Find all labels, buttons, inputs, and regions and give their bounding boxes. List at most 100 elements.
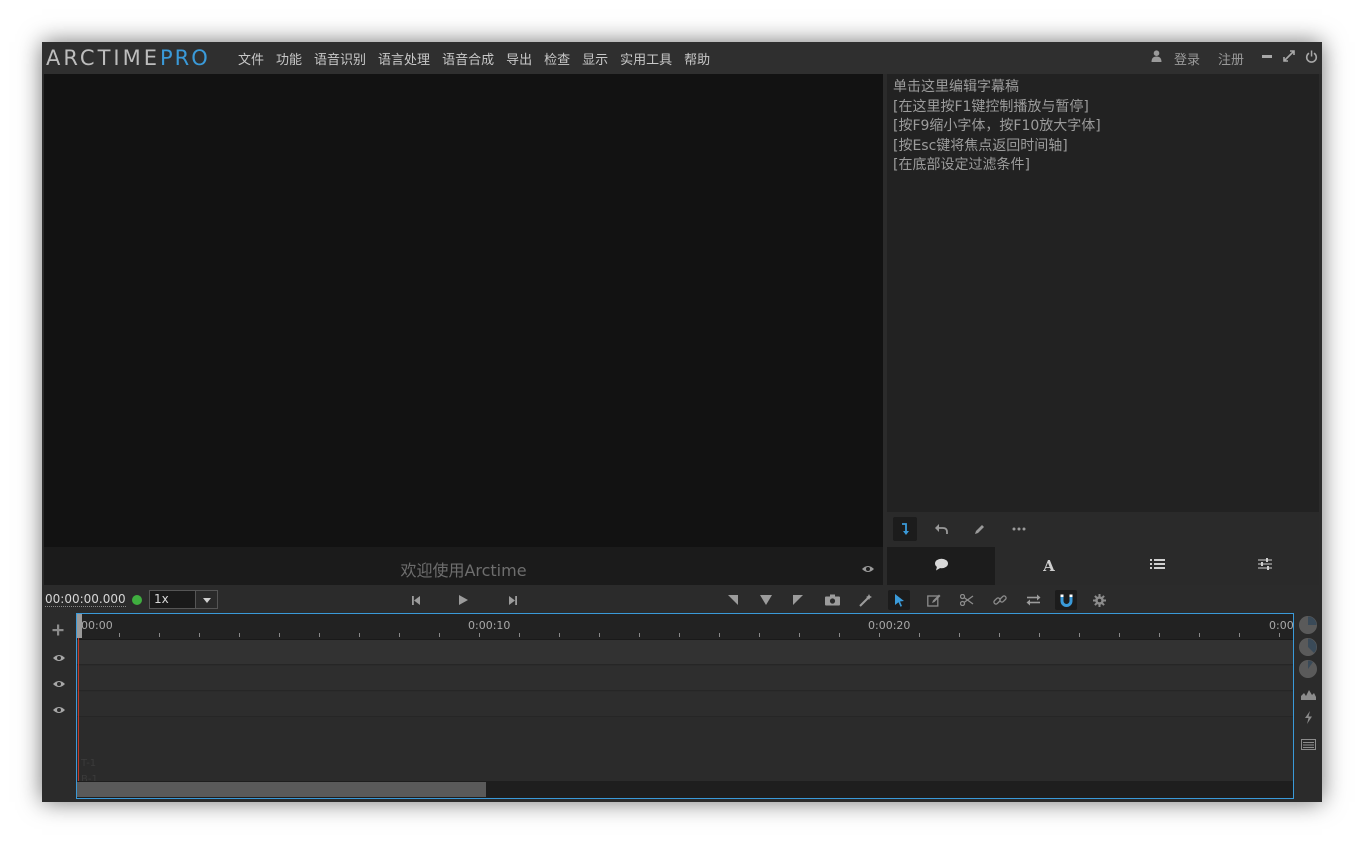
audio-track-area[interactable]: T-1 B-1 [77,718,1293,785]
tab-subtitle-list[interactable] [1103,547,1211,585]
menu-export[interactable]: 导出 [506,49,532,68]
speed-select[interactable]: 1x [149,590,218,609]
timeline-side-tools [1296,614,1320,798]
track-list-icon[interactable] [1301,735,1316,754]
ruler-label: 0:00:20 [868,619,911,632]
mark-down-icon[interactable] [755,590,777,610]
ruler-tick [759,633,760,637]
timecode-display[interactable]: 00:00:00.000 [45,592,126,607]
camera-icon[interactable] [821,590,843,610]
link-icon[interactable] [989,590,1011,610]
ruler-label: 0:00: [1269,619,1294,632]
scissors-icon[interactable] [956,590,978,610]
select-cursor-icon[interactable] [888,590,910,610]
eye-icon[interactable] [52,700,68,713]
more-icon[interactable] [1007,517,1031,541]
ruler-tick [679,633,680,637]
app-logo: ARCTIMEPRO [46,46,210,70]
menu-function[interactable]: 功能 [276,49,302,68]
editor-tabs: A [887,547,1319,585]
menu-tools[interactable]: 实用工具 [620,49,672,68]
swap-icon[interactable] [1022,590,1044,610]
ruler-tick [959,633,960,637]
mark-in-icon[interactable] [722,590,744,610]
edit-icon[interactable] [923,590,945,610]
ruler-tick [519,633,520,637]
tab-font-style[interactable]: A [995,547,1103,585]
ruler-tick [199,633,200,637]
step-back-icon[interactable] [405,590,427,610]
zoom-dial[interactable] [1299,638,1317,656]
timeline-scrollbar[interactable] [77,781,1293,798]
subtitle-track[interactable] [77,640,1293,665]
register-link[interactable]: 注册 [1218,49,1244,68]
ruler-tick [1079,633,1080,637]
volume-dial[interactable] [1299,616,1317,634]
speed-dial[interactable] [1299,660,1317,678]
account-controls: 登录 注册 [1146,42,1322,74]
time-ruler[interactable]: 00:00 0:00:10 0:00:20 0:00: [77,614,1293,640]
tab-settings[interactable] [1211,547,1319,585]
editor-toolbar [887,512,1319,547]
playhead-handle[interactable] [77,614,82,638]
status-indicator [132,595,142,605]
power-icon[interactable] [1300,50,1322,67]
play-icon[interactable] [452,590,474,610]
menu-speech-synthesis[interactable]: 语音合成 [442,49,494,68]
ruler-tick [839,633,840,637]
menu-check[interactable]: 检查 [544,49,570,68]
ruler-tick [1039,633,1040,637]
video-preview[interactable] [44,74,883,547]
ruler-tick [1199,633,1200,637]
eye-icon[interactable] [52,674,68,687]
menu-help[interactable]: 帮助 [684,49,710,68]
video-caption-bar: 欢迎使用Arctime [44,547,883,585]
minimize-icon[interactable] [1256,50,1278,66]
ruler-tick [559,633,560,637]
ruler-tick [439,633,440,637]
eye-icon[interactable] [52,648,68,661]
subtitle-track[interactable] [77,666,1293,691]
mark-out-icon[interactable] [787,590,809,610]
step-forward-icon[interactable] [501,590,523,610]
ruler-tick [119,633,120,637]
insert-arrow-icon[interactable] [893,517,917,541]
ruler-tick [319,633,320,637]
ruler-tick [1159,633,1160,637]
timeline[interactable]: 00:00 0:00:10 0:00:20 0:00: T-1 B-1 [76,613,1294,799]
tab-subtitle-script[interactable] [887,547,995,585]
chevron-down-icon[interactable] [195,591,217,608]
menu-language-processing[interactable]: 语言处理 [378,49,430,68]
waveform-icon[interactable] [1301,685,1316,704]
magnet-icon[interactable] [1055,590,1077,610]
lightning-icon[interactable] [1304,709,1313,728]
editor-line: [按F9缩小字体，按F10放大字体] [893,118,1101,134]
editor-line: 单击这里编辑字幕稿 [893,79,1019,95]
login-link[interactable]: 登录 [1174,49,1200,68]
ruler-tick [599,633,600,637]
eye-icon[interactable] [861,559,875,572]
pencil-icon[interactable] [967,517,991,541]
menu-speech-recognition[interactable]: 语音识别 [314,49,366,68]
ruler-tick [279,633,280,637]
menu-file[interactable]: 文件 [238,49,264,68]
ruler-tick [399,633,400,637]
ruler-label: 0:00:10 [468,619,511,632]
ruler-tick [999,633,1000,637]
scrollbar-thumb[interactable] [77,782,486,797]
subtitle-track[interactable] [77,692,1293,717]
menu-display[interactable]: 显示 [582,49,608,68]
add-track-icon[interactable] [52,621,68,636]
ruler-tick [1119,633,1120,637]
playhead[interactable] [77,614,82,782]
ruler-tick [879,633,880,637]
expand-icon[interactable] [1278,50,1300,66]
subtitle-script-editor[interactable]: 单击这里编辑字幕稿 [在这里按F1键控制播放与暂停] [按F9缩小字体，按F10… [887,74,1319,512]
ruler-tick [919,633,920,637]
gear-icon[interactable] [1088,590,1110,610]
undo-icon[interactable] [929,517,953,541]
user-icon [1146,50,1168,66]
magic-wand-icon[interactable] [854,590,876,610]
title-bar: ARCTIMEPRO 文件 功能 语音识别 语言处理 语音合成 导出 检查 显示… [42,42,1322,74]
list-icon [1149,558,1165,574]
